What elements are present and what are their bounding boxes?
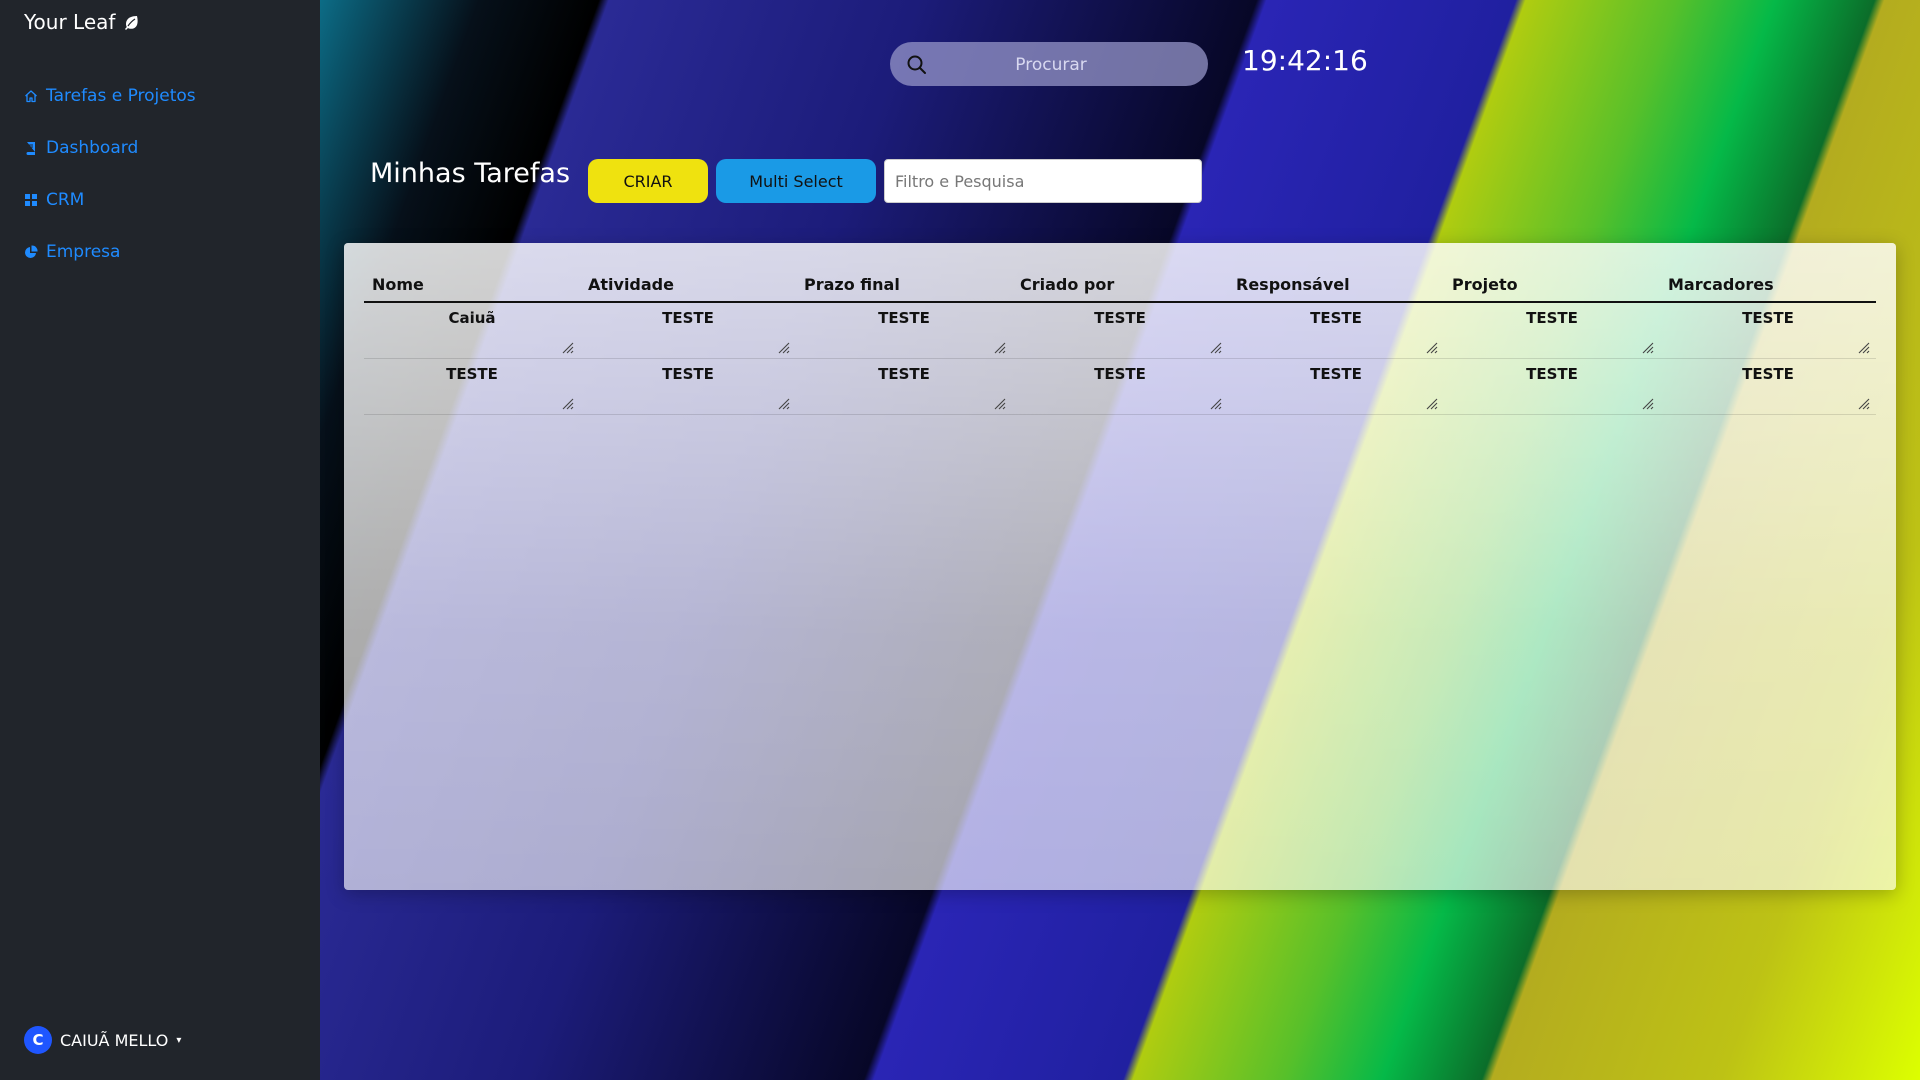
cell-text: TESTE (446, 365, 498, 383)
filter-input[interactable] (884, 159, 1202, 203)
book-icon (24, 141, 38, 155)
cell-text: TESTE (1526, 365, 1578, 383)
grid-icon (24, 193, 38, 207)
search-bar[interactable] (890, 42, 1212, 88)
tasks-table: Nome Atividade Prazo final Criado por Re… (364, 267, 1876, 415)
multi-select-button[interactable]: Multi Select (716, 159, 876, 203)
avatar: C (24, 1026, 52, 1054)
nav-label: Empresa (46, 242, 121, 262)
table-cell[interactable]: TESTE (580, 358, 796, 415)
resize-handle-icon[interactable] (1208, 396, 1222, 410)
cell-text: TESTE (878, 365, 930, 383)
table-cell[interactable]: Caiuã (364, 302, 580, 359)
clock: 19:42:16 (1242, 44, 1368, 77)
nav-item-tarefas-e-projetos[interactable]: Tarefas e Projetos (24, 70, 196, 122)
nav-item-crm[interactable]: CRM (24, 174, 196, 226)
table-cell[interactable]: TESTE (1444, 302, 1660, 359)
resize-handle-icon[interactable] (776, 396, 790, 410)
column-header[interactable]: Criado por (1012, 267, 1228, 303)
column-header[interactable]: Marcadores (1660, 267, 1876, 303)
table-cell[interactable]: TESTE (1660, 358, 1876, 415)
resize-handle-icon[interactable] (1856, 396, 1870, 410)
nav-label: CRM (46, 190, 85, 210)
page-title: Minhas Tarefas (370, 158, 571, 189)
cell-text: TESTE (1742, 309, 1794, 327)
cell-text: TESTE (1526, 309, 1578, 327)
table-cell[interactable]: TESTE (580, 302, 796, 359)
cell-text: TESTE (1310, 309, 1362, 327)
table-cell[interactable]: TESTE (1660, 302, 1876, 359)
search-input[interactable] (890, 42, 1212, 88)
tasks-panel: Nome Atividade Prazo final Criado por Re… (344, 243, 1896, 890)
resize-handle-icon[interactable] (560, 396, 574, 410)
resize-handle-icon[interactable] (1424, 340, 1438, 354)
resize-handle-icon[interactable] (776, 340, 790, 354)
brand[interactable]: Your Leaf (24, 10, 139, 34)
resize-handle-icon[interactable] (1640, 396, 1654, 410)
table-cell[interactable]: TESTE (364, 358, 580, 415)
cell-text: TESTE (1094, 365, 1146, 383)
table-cell[interactable]: TESTE (1012, 358, 1228, 415)
leaf-icon (123, 14, 139, 30)
table-cell[interactable]: TESTE (1228, 302, 1444, 359)
resize-handle-icon[interactable] (1208, 340, 1222, 354)
table-cell[interactable]: TESTE (796, 302, 1012, 359)
cell-text: TESTE (878, 309, 930, 327)
column-header[interactable]: Atividade (580, 267, 796, 303)
home-icon (24, 89, 38, 103)
user-name: CAIUÃ MELLO (60, 1030, 169, 1050)
sidebar-nav: Tarefas e Projetos Dashboard CRM Empresa (24, 70, 196, 278)
column-header[interactable]: Responsável (1228, 267, 1444, 303)
table-cell[interactable]: TESTE (1012, 302, 1228, 359)
column-header[interactable]: Prazo final (796, 267, 1012, 303)
cell-text: TESTE (1310, 365, 1362, 383)
nav-label: Dashboard (46, 138, 139, 158)
nav-item-empresa[interactable]: Empresa (24, 226, 196, 278)
resize-handle-icon[interactable] (1424, 396, 1438, 410)
column-header[interactable]: Projeto (1444, 267, 1660, 303)
cell-text: TESTE (662, 309, 714, 327)
resize-handle-icon[interactable] (1856, 340, 1870, 354)
table-cell[interactable]: TESTE (1444, 358, 1660, 415)
nav-label: Tarefas e Projetos (46, 86, 196, 106)
cell-text: TESTE (1094, 309, 1146, 327)
pie-chart-icon (24, 245, 38, 259)
cell-text: Caiuã (448, 309, 496, 327)
criar-button[interactable]: CRIAR (588, 159, 708, 203)
column-header[interactable]: Nome (364, 267, 580, 303)
table-cell[interactable]: TESTE (1228, 358, 1444, 415)
chevron-down-icon: ▾ (176, 1034, 182, 1046)
resize-handle-icon[interactable] (560, 340, 574, 354)
brand-name: Your Leaf (24, 10, 116, 34)
resize-handle-icon[interactable] (1640, 340, 1654, 354)
sidebar: Your Leaf Tarefas e Projetos Dashboard C… (0, 0, 320, 1080)
nav-item-dashboard[interactable]: Dashboard (24, 122, 196, 174)
user-menu[interactable]: C CAIUÃ MELLO ▾ (24, 1026, 181, 1054)
table-row[interactable]: TESTE TESTE TESTE TESTE TESTE TESTE TESTE (364, 358, 1876, 415)
cell-text: TESTE (1742, 365, 1794, 383)
table-cell[interactable]: TESTE (796, 358, 1012, 415)
resize-handle-icon[interactable] (992, 340, 1006, 354)
cell-text: TESTE (662, 365, 714, 383)
resize-handle-icon[interactable] (992, 396, 1006, 410)
table-header-row: Nome Atividade Prazo final Criado por Re… (364, 267, 1876, 303)
table-row[interactable]: Caiuã TESTE TESTE TESTE TESTE TESTE TESTE (364, 302, 1876, 359)
